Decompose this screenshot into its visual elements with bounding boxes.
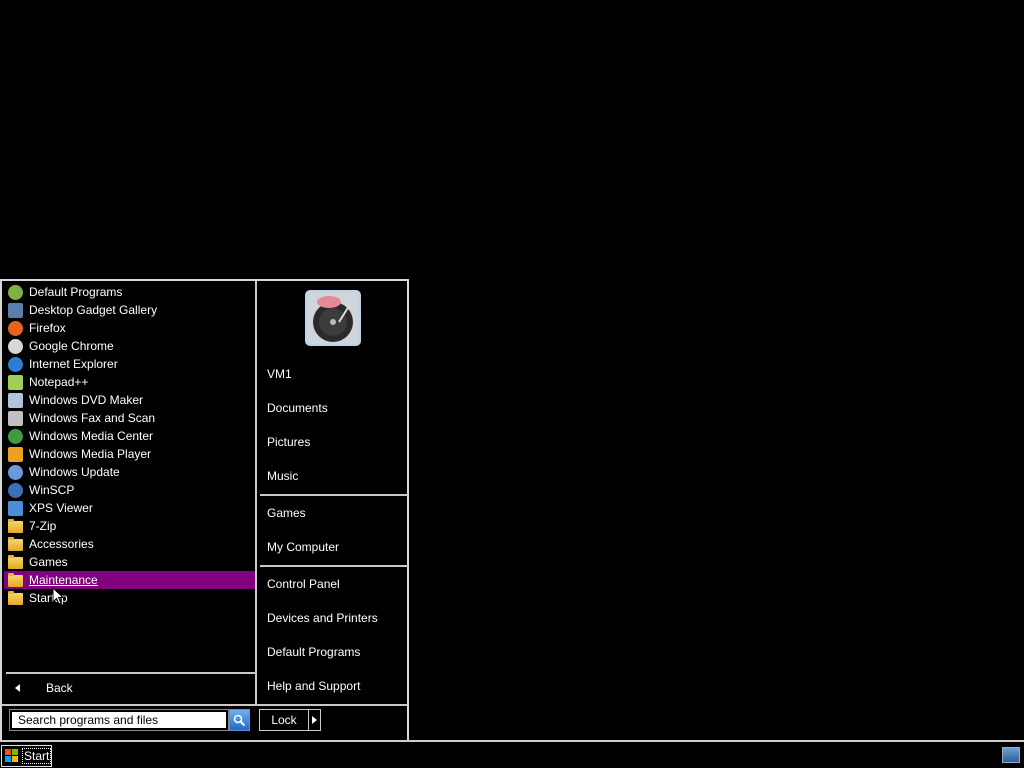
start-label: Start: [22, 748, 52, 764]
fax-scan-icon: [8, 410, 23, 426]
program-item[interactable]: Windows Fax and Scan: [4, 409, 255, 427]
lock-label: Lock: [271, 713, 297, 727]
right-separator-2: [260, 565, 408, 567]
program-label: XPS Viewer: [29, 501, 93, 515]
program-label: Default Programs: [29, 285, 123, 299]
program-item[interactable]: Default Programs: [4, 283, 255, 301]
program-item[interactable]: Windows Media Player: [4, 445, 255, 463]
program-item[interactable]: Google Chrome: [4, 337, 255, 355]
left-separator: [6, 672, 255, 674]
places-pane: VM1 Documents Pictures Music Games My Co…: [257, 281, 409, 740]
program-label: Internet Explorer: [29, 357, 118, 371]
lock-button[interactable]: Lock: [259, 709, 309, 731]
music-link[interactable]: Music: [267, 466, 298, 486]
folder-icon: [8, 555, 23, 569]
user-folder-link[interactable]: VM1: [267, 364, 292, 384]
pictures-link[interactable]: Pictures: [267, 432, 310, 452]
documents-link[interactable]: Documents: [267, 398, 328, 418]
program-label: Google Chrome: [29, 339, 114, 353]
program-label: Windows Fax and Scan: [29, 411, 156, 425]
program-label: Windows Media Player: [29, 447, 152, 461]
chevron-right-icon: [312, 716, 317, 724]
program-list: Default Programs Desktop Gadget Gallery Fi…: [4, 283, 255, 607]
my-computer-link[interactable]: My Computer: [267, 537, 339, 557]
back-arrow-icon: [15, 684, 20, 692]
program-item[interactable]: 7-Zip: [4, 517, 255, 535]
devices-printers-link[interactable]: Devices and Printers: [267, 608, 378, 628]
turntable-icon: [307, 292, 359, 344]
program-label: 7-Zip: [29, 519, 57, 533]
program-label: Accessories: [29, 537, 94, 551]
show-desktop-icon[interactable]: [1002, 747, 1020, 763]
default-programs-icon: [8, 284, 23, 300]
program-label: WinSCP: [29, 483, 75, 497]
program-item[interactable]: Windows Media Center: [4, 427, 255, 445]
back-button[interactable]: Back: [6, 677, 255, 699]
program-label: Notepad++: [29, 375, 89, 389]
program-label: Desktop Gadget Gallery: [29, 303, 158, 317]
program-item[interactable]: Startup: [4, 589, 255, 607]
programs-pane: Default Programs Desktop Gadget Gallery Fi…: [2, 281, 255, 740]
firefox-icon: [8, 320, 23, 336]
start-menu: Default Programs Desktop Gadget Gallery Fi…: [0, 279, 409, 740]
search-button[interactable]: [229, 709, 250, 731]
start-button[interactable]: Start: [1, 745, 52, 767]
media-center-icon: [8, 428, 23, 444]
program-item[interactable]: Accessories: [4, 535, 255, 553]
search-input[interactable]: [10, 710, 228, 730]
media-player-icon: [8, 446, 23, 462]
program-item[interactable]: Maintenance: [4, 571, 255, 589]
folder-icon: [8, 573, 23, 587]
program-item[interactable]: Desktop Gadget Gallery: [4, 301, 255, 319]
default-programs-link[interactable]: Default Programs: [267, 642, 360, 662]
gadget-gallery-icon: [8, 302, 23, 318]
chrome-icon: [8, 338, 23, 354]
program-label: Windows Update: [29, 465, 120, 479]
program-item[interactable]: Windows Update: [4, 463, 255, 481]
program-label: Windows Media Center: [29, 429, 154, 443]
magnifier-icon: [233, 714, 246, 726]
games-link[interactable]: Games: [267, 503, 306, 523]
program-label: Startup: [29, 591, 68, 605]
program-label: Maintenance: [29, 573, 98, 587]
back-label: Back: [46, 681, 73, 695]
search-box[interactable]: [9, 709, 229, 731]
program-label: Games: [29, 555, 68, 569]
right-separator-1: [260, 494, 408, 496]
winscp-icon: [8, 482, 23, 498]
xps-viewer-icon: [8, 500, 23, 516]
program-item[interactable]: XPS Viewer: [4, 499, 255, 517]
program-item[interactable]: Firefox: [4, 319, 255, 337]
program-item[interactable]: Internet Explorer: [4, 355, 255, 373]
program-item[interactable]: Games: [4, 553, 255, 571]
folder-icon: [8, 519, 23, 533]
dvd-maker-icon: [8, 392, 23, 408]
lock-options-button[interactable]: [309, 709, 321, 731]
program-label: Firefox: [29, 321, 66, 335]
control-panel-link[interactable]: Control Panel: [267, 574, 340, 594]
help-support-link[interactable]: Help and Support: [267, 676, 360, 696]
program-label: Windows DVD Maker: [29, 393, 144, 407]
taskbar: Start: [0, 740, 1024, 768]
user-picture[interactable]: [305, 290, 361, 346]
program-item[interactable]: Windows DVD Maker: [4, 391, 255, 409]
bottom-separator: [2, 704, 407, 706]
program-item[interactable]: WinSCP: [4, 481, 255, 499]
windows-update-icon: [8, 464, 23, 480]
windows-logo-icon: [5, 749, 19, 763]
program-item[interactable]: Notepad++: [4, 373, 255, 391]
folder-icon: [8, 591, 23, 605]
folder-icon: [8, 537, 23, 551]
notepadpp-icon: [8, 374, 23, 390]
internet-explorer-icon: [8, 356, 23, 372]
